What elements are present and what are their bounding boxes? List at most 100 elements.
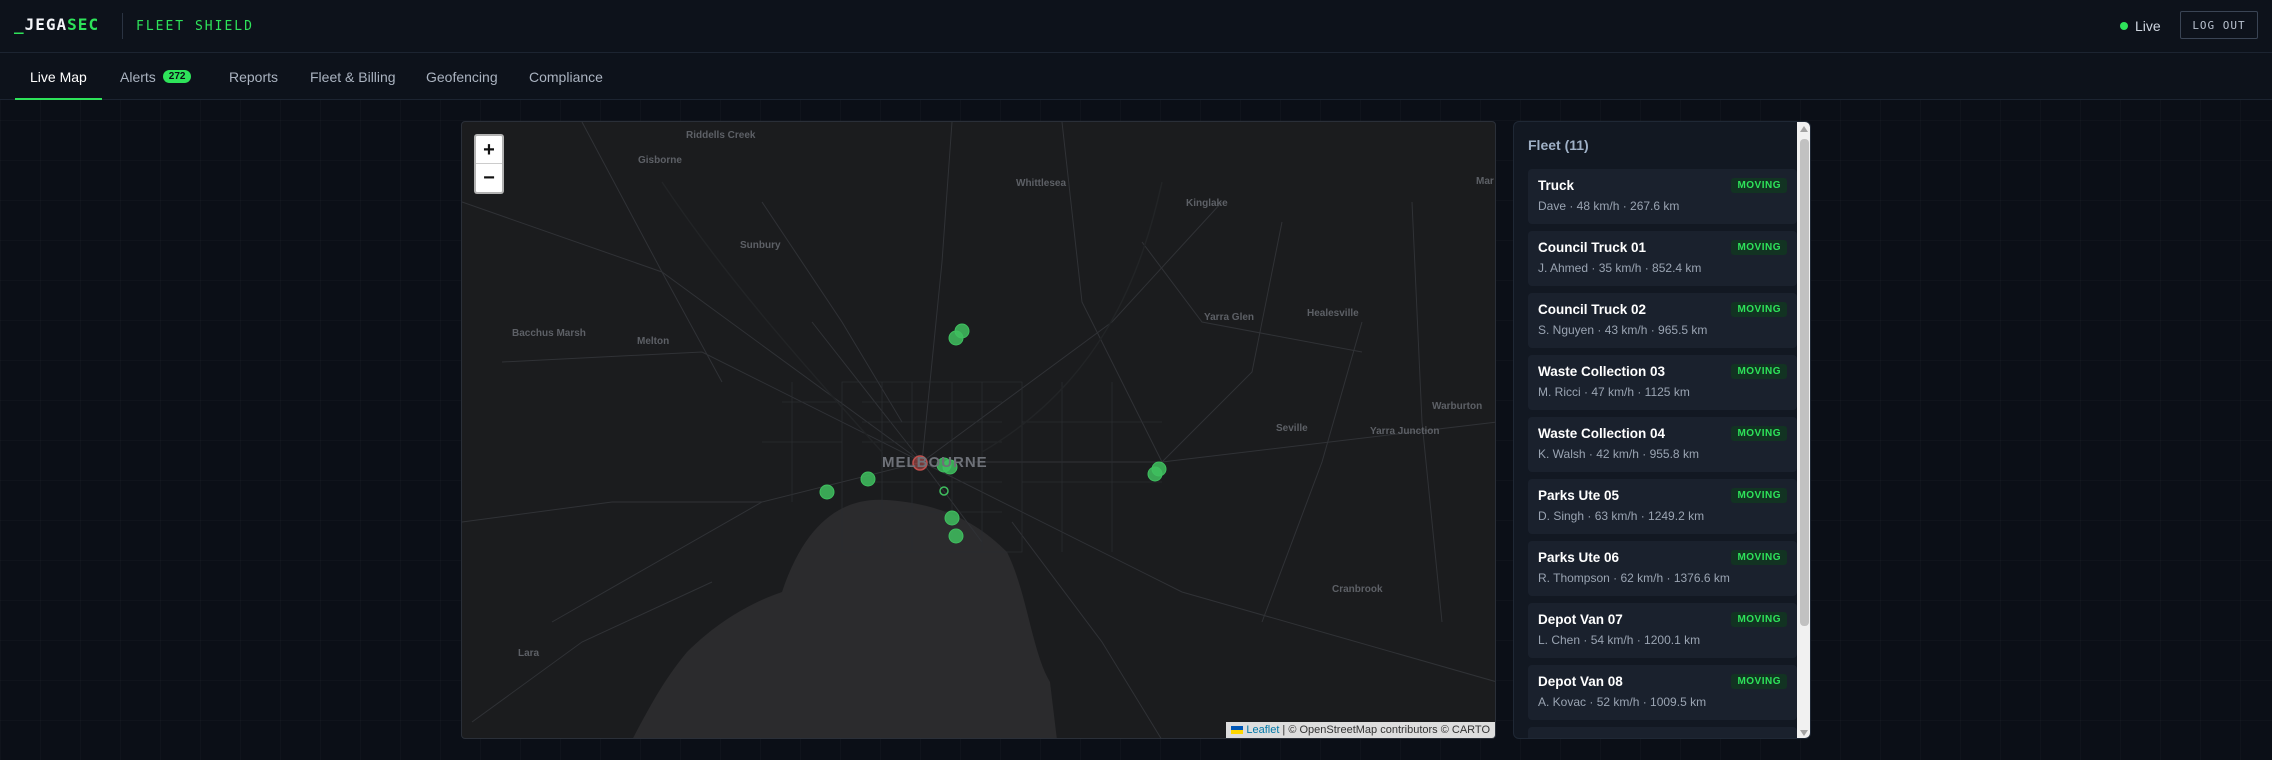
- scroll-thumb[interactable]: [1800, 139, 1809, 626]
- vehicle-marker: [1147, 466, 1163, 482]
- vehicle-card[interactable]: Parks Ute 06 MOVING R. Thompson · 62 km/…: [1528, 541, 1797, 596]
- tab-label: Live Map: [30, 68, 87, 85]
- tab-label: Fleet & Billing: [310, 68, 396, 85]
- app-name: FLEET SHIELD: [136, 19, 254, 34]
- zoom-out-button[interactable]: −: [476, 164, 502, 192]
- top-bar: _JEGASEC FLEET SHIELD Live LOG OUT: [0, 0, 2272, 53]
- vehicle-meta: M. Ricci · 47 km/h · 1125 km: [1538, 385, 1690, 399]
- place-label: Healesville: [1307, 308, 1359, 319]
- vehicle-name: Truck: [1538, 178, 1575, 193]
- place-label: Yarra Junction: [1370, 426, 1440, 437]
- place-label: Cranbrook: [1332, 584, 1383, 595]
- place-label: Yarra Glen: [1204, 312, 1255, 323]
- status-badge: MOVING: [1731, 240, 1787, 255]
- vehicle-card[interactable]: Depot Van 07 MOVING L. Chen · 54 km/h · …: [1528, 603, 1797, 658]
- live-dot-icon: [2120, 22, 2128, 30]
- app-logo[interactable]: _JEGASEC: [14, 15, 99, 34]
- logout-button[interactable]: LOG OUT: [2180, 11, 2258, 39]
- tab-compliance[interactable]: Compliance: [529, 53, 603, 100]
- status-badge: MOVING: [1731, 302, 1787, 317]
- zoom-control: + −: [474, 134, 504, 194]
- logo-suffix: SEC: [67, 15, 100, 34]
- status-badge: MOVING: [1731, 612, 1787, 627]
- vehicle-meta: D. Singh · 63 km/h · 1249.2 km: [1538, 509, 1705, 523]
- logo-prefix: _: [14, 15, 25, 34]
- live-map[interactable]: Riddells Creek Gisborne Whittlesea Kingl…: [461, 121, 1496, 739]
- scroll-up-icon[interactable]: [1800, 126, 1808, 132]
- status-badge: MOVING: [1731, 550, 1787, 565]
- vehicle-marker: [819, 484, 835, 500]
- place-label: Melton: [637, 336, 670, 347]
- place-label: Warburton: [1432, 401, 1483, 412]
- place-label: Mar: [1476, 176, 1494, 187]
- vehicle-card[interactable]: Truck MOVING Dave · 48 km/h · 267.6 km: [1528, 169, 1797, 224]
- vehicle-marker: [948, 528, 964, 544]
- status-badge: MOVING: [1731, 674, 1787, 689]
- place-label: Kinglake: [1186, 198, 1228, 209]
- vehicle-name: Council Truck 02: [1538, 302, 1647, 317]
- vehicle-meta: R. Thompson · 62 km/h · 1376.6 km: [1538, 571, 1730, 585]
- place-label: Whittlesea: [1016, 178, 1067, 189]
- place-label: Bacchus Marsh: [512, 328, 586, 339]
- vehicle-meta: K. Walsh · 42 km/h · 955.8 km: [1538, 447, 1699, 461]
- tab-label: Alerts: [120, 68, 156, 85]
- place-label: Seville: [1276, 423, 1308, 434]
- vehicle-marker: [944, 510, 960, 526]
- vehicle-name: Parks Ute 06: [1538, 550, 1620, 565]
- vehicle-card[interactable]: Council Truck 02 MOVING S. Nguyen · 43 k…: [1528, 293, 1797, 348]
- place-label: Riddells Creek: [686, 130, 756, 141]
- ukraine-flag-icon: [1231, 726, 1244, 734]
- vehicle-meta: S. Nguyen · 43 km/h · 965.5 km: [1538, 323, 1708, 337]
- tab-live-map[interactable]: Live Map: [15, 53, 102, 100]
- vehicle-name: Depot Van 08: [1538, 674, 1623, 689]
- vehicle-name: Council Truck 01: [1538, 240, 1647, 255]
- scroll-down-icon[interactable]: [1800, 730, 1808, 736]
- tab-label: Geofencing: [426, 68, 498, 85]
- tab-label: Reports: [229, 68, 279, 85]
- vehicle-name: Waste Collection 03: [1538, 364, 1666, 379]
- attribution-text: | © OpenStreetMap contributors © CARTO: [1282, 724, 1490, 736]
- status-badge: MOVING: [1731, 364, 1787, 379]
- vehicle-marker: [860, 471, 876, 487]
- fleet-panel: Fleet (11) Truck MOVING Dave · 48 km/h ·…: [1513, 121, 1811, 739]
- map-attribution: Leaflet | © OpenStreetMap contributors ©…: [1226, 722, 1495, 738]
- tab-alerts[interactable]: Alerts 272: [120, 53, 192, 100]
- fleet-list: Truck MOVING Dave · 48 km/h · 267.6 km C…: [1528, 169, 1797, 738]
- vehicle-name: Waste Collection 04: [1538, 426, 1666, 441]
- zoom-in-button[interactable]: +: [476, 136, 502, 164]
- logo-main: JEGA: [24, 15, 68, 34]
- status-badge: MOVING: [1731, 178, 1787, 193]
- vehicle-card[interactable]: [1528, 727, 1797, 738]
- live-label: Live: [2135, 18, 2161, 34]
- fleet-title: Fleet (11): [1528, 137, 1589, 153]
- fleet-scrollbar[interactable]: [1797, 122, 1810, 738]
- map-tiles: [462, 122, 1495, 738]
- vehicle-card[interactable]: Depot Van 08 MOVING A. Kovac · 52 km/h ·…: [1528, 665, 1797, 720]
- city-label: MELBOURNE: [882, 454, 988, 471]
- place-label: Lara: [518, 648, 540, 659]
- alerts-count-badge: 272: [162, 70, 192, 83]
- tab-reports[interactable]: Reports: [229, 53, 278, 100]
- place-label: Gisborne: [638, 155, 682, 166]
- tab-label: Compliance: [529, 68, 603, 85]
- status-badge: MOVING: [1731, 488, 1787, 503]
- vehicle-name: Parks Ute 05: [1538, 488, 1620, 503]
- tab-fleet-billing[interactable]: Fleet & Billing: [310, 53, 396, 100]
- vehicle-meta: A. Kovac · 52 km/h · 1009.5 km: [1538, 695, 1707, 709]
- vehicle-card[interactable]: Waste Collection 04 MOVING K. Walsh · 42…: [1528, 417, 1797, 472]
- leaflet-link[interactable]: Leaflet: [1246, 724, 1279, 736]
- vehicle-marker: [948, 330, 964, 346]
- vehicle-card[interactable]: Parks Ute 05 MOVING D. Singh · 63 km/h ·…: [1528, 479, 1797, 534]
- vehicle-name: Depot Van 07: [1538, 612, 1623, 627]
- vehicle-card[interactable]: Council Truck 01 MOVING J. Ahmed · 35 km…: [1528, 231, 1797, 286]
- live-indicator: Live: [2120, 18, 2161, 34]
- vehicle-card[interactable]: Waste Collection 03 MOVING M. Ricci · 47…: [1528, 355, 1797, 410]
- vehicle-meta: L. Chen · 54 km/h · 1200.1 km: [1538, 633, 1701, 647]
- tab-geofencing[interactable]: Geofencing: [426, 53, 498, 100]
- vehicle-meta: J. Ahmed · 35 km/h · 852.4 km: [1538, 261, 1702, 275]
- logo-divider: [122, 13, 123, 39]
- vehicle-meta: Dave · 48 km/h · 267.6 km: [1538, 199, 1680, 213]
- place-label: Sunbury: [740, 240, 781, 251]
- status-badge: MOVING: [1731, 426, 1787, 441]
- main-tabs: Live Map Alerts 272 Reports Fleet & Bill…: [0, 53, 2272, 100]
